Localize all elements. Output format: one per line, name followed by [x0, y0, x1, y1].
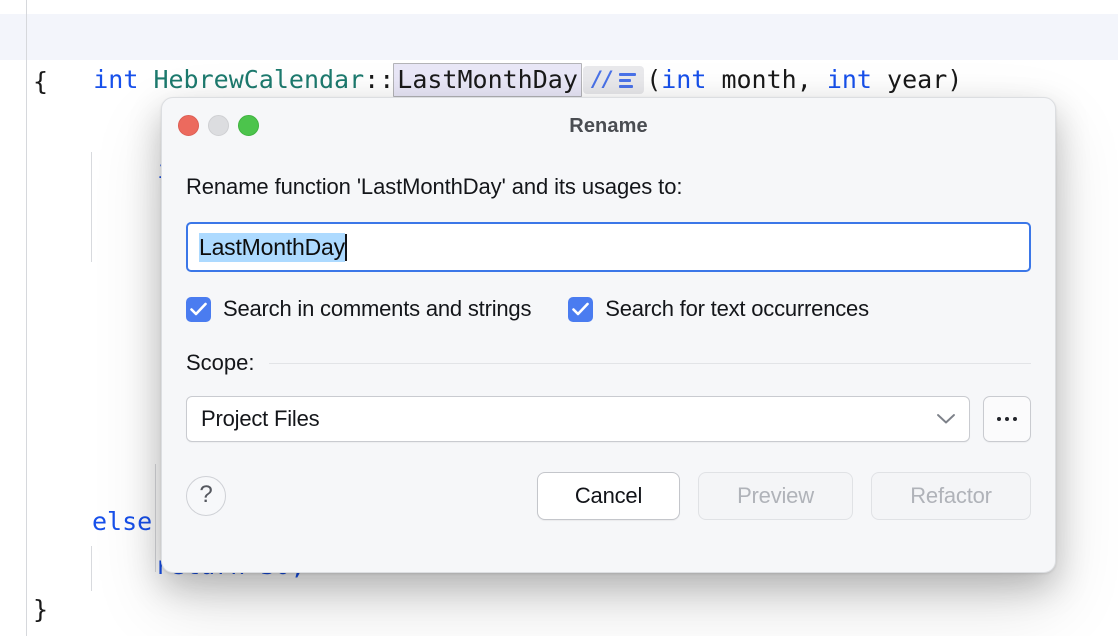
scope-controls-row: Project Files: [186, 396, 1031, 442]
paren-open: (: [646, 65, 661, 94]
section-divider: [269, 363, 1032, 364]
window-controls: [178, 115, 259, 136]
gutter-divider: [26, 0, 27, 636]
rename-dialog: Rename Rename function 'LastMonthDay' an…: [161, 97, 1056, 573]
code-line-close-brace[interactable]: }: [33, 588, 48, 632]
space: [138, 65, 153, 94]
dot: [1013, 417, 1017, 421]
rename-target-identifier[interactable]: LastMonthDay: [393, 63, 582, 97]
indent-guide: [91, 152, 92, 262]
class-name: HebrewCalendar: [153, 65, 364, 94]
option-label: Search for text occurrences: [605, 296, 869, 322]
comment-doc-icon[interactable]: //: [583, 66, 644, 94]
option-search-text-occurrences[interactable]: Search for text occurrences: [568, 296, 869, 322]
checkmark-icon: [572, 302, 589, 317]
option-search-in-comments[interactable]: Search in comments and strings: [186, 296, 531, 322]
text-caret: [345, 234, 347, 261]
dialog-titlebar[interactable]: Rename: [162, 98, 1055, 154]
chevron-down-icon: [936, 413, 956, 425]
dialog-body: Rename function 'LastMonthDay' and its u…: [162, 174, 1055, 520]
preview-button[interactable]: Preview: [698, 472, 853, 520]
zoom-button[interactable]: [238, 115, 259, 136]
scope-select[interactable]: Project Files: [186, 396, 970, 442]
dot: [997, 417, 1001, 421]
code-line-else[interactable]: else: [92, 500, 152, 544]
cancel-button[interactable]: Cancel: [537, 472, 680, 520]
param-year: year): [872, 65, 962, 94]
keyword-int-3: int: [827, 65, 872, 94]
dialog-footer: ? Cancel Preview Refactor: [186, 472, 1031, 520]
option-label: Search in comments and strings: [223, 296, 531, 322]
checkmark-icon: [190, 302, 207, 317]
scope-section-header: Scope:: [186, 350, 1031, 376]
scope-browse-button[interactable]: [983, 396, 1031, 442]
checkbox-checked-icon[interactable]: [568, 297, 593, 322]
double-slash-glyph: //: [591, 69, 612, 90]
new-name-input[interactable]: LastMonthDay: [186, 222, 1031, 272]
scope-resolution: ::: [364, 65, 394, 94]
dot: [1005, 417, 1009, 421]
scope-label: Scope:: [186, 350, 255, 376]
help-button[interactable]: ?: [186, 476, 226, 516]
rename-prompt-label: Rename function 'LastMonthDay' and its u…: [186, 174, 1031, 200]
new-name-value: LastMonthDay: [199, 233, 345, 262]
doc-lines-glyph: [619, 72, 636, 88]
indent-guide: [91, 546, 92, 591]
minimize-button[interactable]: [208, 115, 229, 136]
refactor-button[interactable]: Refactor: [871, 472, 1031, 520]
search-options-row: Search in comments and strings Search fo…: [186, 296, 1031, 322]
checkbox-checked-icon[interactable]: [186, 297, 211, 322]
keyword-int-2: int: [661, 65, 706, 94]
code-line-open-brace[interactable]: {: [33, 60, 48, 104]
close-button[interactable]: [178, 115, 199, 136]
keyword-int: int: [93, 65, 138, 94]
param-month: month,: [706, 65, 826, 94]
scope-selected-value: Project Files: [201, 406, 319, 432]
dialog-title: Rename: [569, 115, 647, 138]
